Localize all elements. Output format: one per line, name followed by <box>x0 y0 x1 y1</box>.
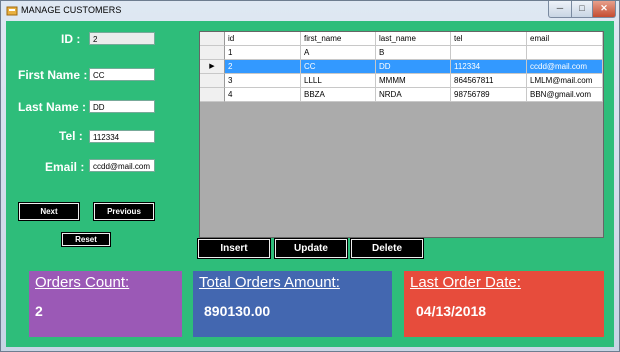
form-client-area: ID : First Name : Last Name : Tel : Emai… <box>6 21 614 347</box>
table-cell[interactable] <box>527 46 603 60</box>
minimize-button[interactable]: ─ <box>548 1 572 18</box>
table-cell[interactable]: 3 <box>225 74 301 88</box>
grid-corner-header[interactable] <box>200 32 225 46</box>
table-row-selected[interactable]: ▶ 2 CC DD 112334 ccdd@mail.com <box>200 60 603 74</box>
app-icon <box>6 6 18 16</box>
table-cell[interactable]: 98756789 <box>451 88 527 102</box>
table-cell[interactable]: 2 <box>225 60 301 74</box>
table-cell[interactable]: LLLL <box>301 74 376 88</box>
table-row[interactable]: 4 BBZA NRDA 98756789 BBN@gmail.vom <box>200 88 603 102</box>
first-name-label: First Name : <box>18 68 88 82</box>
next-button[interactable]: Next <box>18 202 80 221</box>
table-cell[interactable]: BBZA <box>301 88 376 102</box>
table-cell[interactable]: 4 <box>225 88 301 102</box>
window-title: MANAGE CUSTOMERS <box>21 5 122 15</box>
tel-label: Tel : <box>59 129 83 143</box>
current-row-indicator-icon[interactable]: ▶ <box>200 60 225 74</box>
total-orders-amount-value: 890130.00 <box>204 303 271 319</box>
id-label: ID : <box>61 32 81 46</box>
column-header-last-name[interactable]: last_name <box>376 32 451 46</box>
last-order-date-value: 04/13/2018 <box>416 303 487 319</box>
row-header[interactable] <box>200 46 225 60</box>
table-cell[interactable]: MMMM <box>376 74 451 88</box>
tel-field[interactable]: 112334 <box>89 130 155 143</box>
grid-header-row: id first_name last_name tel email <box>200 32 603 46</box>
table-cell[interactable]: NRDA <box>376 88 451 102</box>
orders-count-label: Orders Count: <box>35 274 130 291</box>
table-cell[interactable]: 112334 <box>451 60 527 74</box>
total-orders-amount-panel: Total Orders Amount: 890130.00 <box>193 271 392 337</box>
table-cell[interactable]: LMLM@mail.com <box>527 74 603 88</box>
table-row[interactable]: 1 A B <box>200 46 603 60</box>
orders-count-panel: Orders Count: 2 <box>29 271 182 337</box>
table-cell[interactable]: DD <box>376 60 451 74</box>
customers-data-grid[interactable]: id first_name last_name tel email 1 A B … <box>199 31 604 238</box>
table-cell[interactable]: 1 <box>225 46 301 60</box>
maximize-button[interactable]: □ <box>571 1 593 18</box>
table-cell[interactable]: ccdd@mail.com <box>527 60 603 74</box>
column-header-email[interactable]: email <box>527 32 603 46</box>
delete-button[interactable]: Delete <box>350 238 424 259</box>
column-header-tel[interactable]: tel <box>451 32 527 46</box>
row-header[interactable] <box>200 88 225 102</box>
last-name-label: Last Name : <box>18 100 87 114</box>
table-cell[interactable]: A <box>301 46 376 60</box>
title-bar[interactable]: MANAGE CUSTOMERS ─ □ ✕ <box>1 1 619 21</box>
email-field[interactable]: ccdd@mail.com <box>89 159 155 172</box>
table-cell[interactable] <box>451 46 527 60</box>
id-field[interactable]: 2 <box>89 32 155 45</box>
total-orders-amount-label: Total Orders Amount: <box>199 274 340 291</box>
previous-button[interactable]: Previous <box>93 202 155 221</box>
column-header-id[interactable]: id <box>225 32 301 46</box>
last-name-field[interactable]: DD <box>89 100 155 113</box>
row-header[interactable] <box>200 74 225 88</box>
table-cell[interactable]: BBN@gmail.vom <box>527 88 603 102</box>
table-row[interactable]: 3 LLLL MMMM 864567811 LMLM@mail.com <box>200 74 603 88</box>
orders-count-value: 2 <box>35 303 43 319</box>
column-header-first-name[interactable]: first_name <box>301 32 376 46</box>
table-cell[interactable]: B <box>376 46 451 60</box>
last-order-date-panel: Last Order Date: 04/13/2018 <box>404 271 604 337</box>
email-label: Email : <box>45 160 85 174</box>
manage-customers-window: MANAGE CUSTOMERS ─ □ ✕ ID : First Name :… <box>0 0 620 352</box>
reset-button[interactable]: Reset <box>61 232 111 247</box>
table-cell[interactable]: CC <box>301 60 376 74</box>
close-button[interactable]: ✕ <box>592 1 616 18</box>
insert-button[interactable]: Insert <box>197 238 271 259</box>
update-button[interactable]: Update <box>274 238 348 259</box>
table-cell[interactable]: 864567811 <box>451 74 527 88</box>
first-name-field[interactable]: CC <box>89 68 155 81</box>
last-order-date-label: Last Order Date: <box>410 274 521 291</box>
